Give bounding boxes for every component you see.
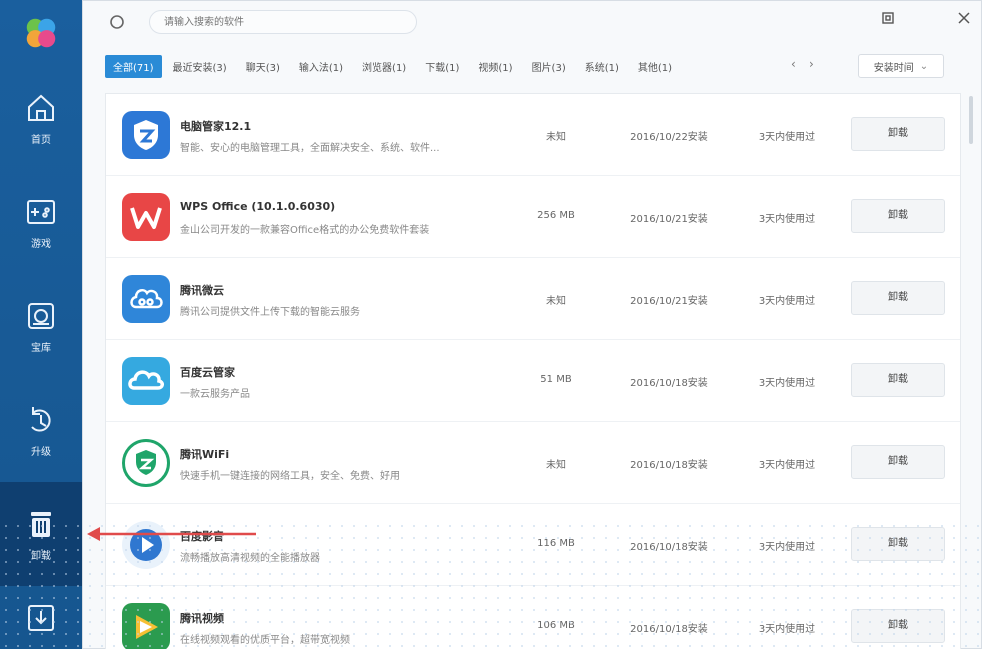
sidebar-item-upgrade[interactable]: 升级 <box>0 378 82 482</box>
upgrade-icon <box>31 406 51 431</box>
app-name: 腾讯WiFi <box>180 448 230 461</box>
app-desc: 一款云服务产品 <box>180 389 250 400</box>
app-size: 未知 <box>546 460 566 471</box>
tab-recent[interactable]: 最近安装(3) <box>165 55 235 78</box>
uninstall-button[interactable]: 卸载 <box>851 363 945 397</box>
app-usage: 3天内使用过 <box>758 624 816 635</box>
tab-all[interactable]: 全部(71) <box>105 54 162 78</box>
app-usage: 3天内使用过 <box>758 460 816 471</box>
list-item: 电脑管家12.1 智能、安心的电脑管理工具，全面解决安全、系统、软件... 未知… <box>106 94 960 176</box>
video-icon <box>122 603 170 649</box>
uninstall-button[interactable]: 卸载 <box>851 527 945 561</box>
tab-prev-icon[interactable]: ‹ <box>791 57 796 71</box>
wifi-app-icon <box>122 439 170 487</box>
app-desc: 智能、安心的电脑管理工具，全面解决安全、系统、软件... <box>180 143 440 154</box>
uninstall-button[interactable]: 卸载 <box>851 117 945 151</box>
app-size: 106 MB <box>537 620 575 631</box>
list-item: 百度影音 流畅播放高清视频的全能播放器 116 MB 2016/10/18安装 … <box>106 504 960 586</box>
category-tabs: 全部(71) 最近安装(3) 聊天(3) 输入法(1) 浏览器(1) 下载(1)… <box>105 54 683 78</box>
cloud-icon <box>122 275 170 323</box>
chevron-down-icon: ⌄ <box>919 60 929 72</box>
tab-image[interactable]: 图片(3) <box>524 55 574 78</box>
app-size: 未知 <box>546 296 566 307</box>
wps-icon <box>122 193 170 241</box>
app-size: 116 MB <box>537 538 575 549</box>
list-item: 腾讯微云 腾讯公司提供文件上传下载的智能云服务 未知 2016/10/21安装 … <box>106 258 960 340</box>
tab-input[interactable]: 输入法(1) <box>291 55 351 78</box>
app-size: 51 MB <box>540 374 572 385</box>
app-usage: 3天内使用过 <box>758 378 816 389</box>
list-item: 腾讯视频 在线视频观看的优质平台，超带宽视频 106 MB 2016/10/18… <box>106 586 960 649</box>
app-install-date: 2016/10/18安装 <box>630 460 708 471</box>
game-icon <box>27 199 55 224</box>
app-install-date: 2016/10/21安装 <box>630 214 708 225</box>
app-install-date: 2016/10/18安装 <box>630 624 708 635</box>
app-name: WPS Office (10.1.0.6030) <box>180 200 336 213</box>
treasure-icon <box>28 302 54 329</box>
sidebar-item-game[interactable]: 游戏 <box>0 170 82 274</box>
app-size: 256 MB <box>537 210 575 221</box>
app-usage: 3天内使用过 <box>758 132 816 143</box>
app-usage: 3天内使用过 <box>758 542 816 553</box>
app-install-date: 2016/10/21安装 <box>630 296 708 307</box>
app-size: 未知 <box>546 132 566 143</box>
app-desc: 金山公司开发的一款兼容Office格式的办公免费软件套装 <box>180 225 430 236</box>
tab-other[interactable]: 其他(1) <box>630 55 680 78</box>
list-item: 百度云管家 一款云服务产品 51 MB 2016/10/18安装 3天内使用过 … <box>106 340 960 422</box>
sidebar-item-treasure[interactable]: 宝库 <box>0 274 82 378</box>
sidebar-item-home[interactable]: 首页 <box>0 66 82 170</box>
sidebar: 首页 游戏 宝库 升级 卸载 <box>0 0 82 649</box>
app-install-date: 2016/10/18安装 <box>630 378 708 389</box>
tab-system[interactable]: 系统(1) <box>577 55 627 78</box>
app-install-date: 2016/10/22安装 <box>630 132 708 143</box>
uninstall-button[interactable]: 卸载 <box>851 445 945 479</box>
baidu-cloud-icon <box>122 357 170 405</box>
app-install-date: 2016/10/18安装 <box>630 542 708 553</box>
trash-icon <box>31 511 51 537</box>
sidebar-item-label: 宝库 <box>31 342 51 354</box>
sort-dropdown[interactable]: 安装时间 ⌄ <box>858 54 944 78</box>
close-icon[interactable] <box>955 11 973 29</box>
app-name: 电脑管家12.1 <box>180 120 252 133</box>
tab-next-icon[interactable]: › <box>809 57 814 71</box>
uninstall-button[interactable]: 卸载 <box>851 609 945 643</box>
tab-download[interactable]: 下载(1) <box>417 55 467 78</box>
sidebar-item-download[interactable] <box>0 586 82 649</box>
list-item: WPS Office (10.1.0.6030) 金山公司开发的一款兼容Offi… <box>106 176 960 258</box>
tab-browser[interactable]: 浏览器(1) <box>354 55 414 78</box>
app-desc: 在线视频观看的优质平台，超带宽视频 <box>180 635 350 646</box>
sidebar-item-label: 首页 <box>31 134 51 146</box>
app-list: 电脑管家12.1 智能、安心的电脑管理工具，全面解决安全、系统、软件... 未知… <box>105 93 961 649</box>
download-icon <box>28 604 54 631</box>
restore-icon[interactable] <box>879 11 897 29</box>
list-item: 腾讯WiFi 快速手机一键连接的网络工具，安全、免费、好用 未知 2016/10… <box>106 422 960 504</box>
app-logo-icon <box>26 18 56 48</box>
app-desc: 快速手机一键连接的网络工具，安全、免费、好用 <box>180 471 400 482</box>
search-input[interactable] <box>149 10 417 34</box>
home-icon <box>28 94 54 121</box>
app-desc: 腾讯公司提供文件上传下载的智能云服务 <box>180 307 360 318</box>
annotation-arrow-icon <box>87 527 256 541</box>
scrollbar[interactable] <box>969 96 973 144</box>
app-usage: 3天内使用过 <box>758 214 816 225</box>
sidebar-item-uninstall[interactable]: 卸载 <box>0 482 82 586</box>
app-desc: 流畅播放高清视频的全能播放器 <box>180 553 320 564</box>
shield-app-icon <box>122 111 170 159</box>
app-name: 腾讯视频 <box>180 612 224 625</box>
tab-chat[interactable]: 聊天(3) <box>238 55 288 78</box>
sidebar-item-label: 升级 <box>31 446 51 458</box>
search-icon[interactable] <box>109 14 125 30</box>
app-usage: 3天内使用过 <box>758 296 816 307</box>
uninstall-button[interactable]: 卸载 <box>851 281 945 315</box>
app-name: 腾讯微云 <box>180 284 224 297</box>
sidebar-item-label: 游戏 <box>31 238 51 250</box>
app-name: 百度云管家 <box>180 366 235 379</box>
tab-video[interactable]: 视频(1) <box>470 55 520 78</box>
main-window: 全部(71) 最近安装(3) 聊天(3) 输入法(1) 浏览器(1) 下载(1)… <box>82 0 982 649</box>
sidebar-item-label: 卸载 <box>31 550 51 562</box>
sort-label: 安装时间 <box>873 62 914 74</box>
uninstall-button[interactable]: 卸载 <box>851 199 945 233</box>
